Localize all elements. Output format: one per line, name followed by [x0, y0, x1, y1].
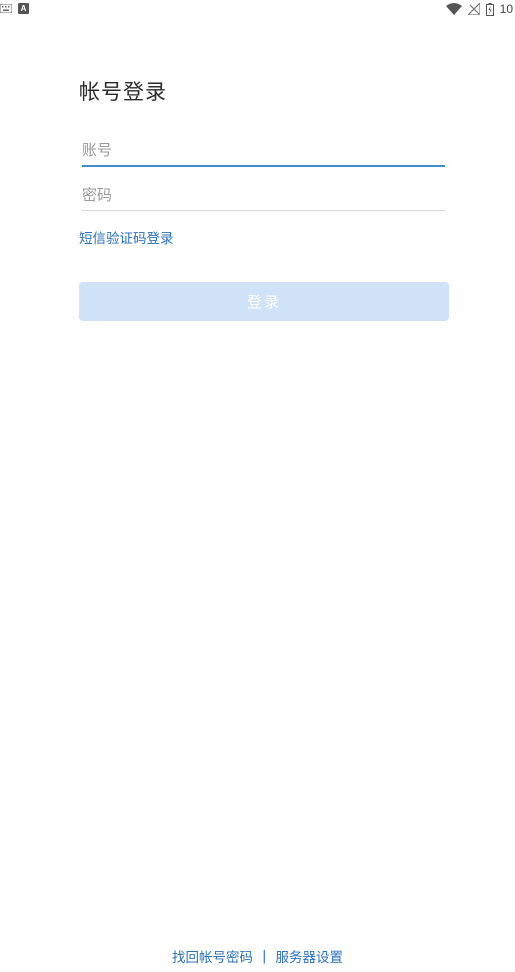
account-input[interactable]	[82, 135, 445, 167]
footer-separator: |	[261, 948, 267, 964]
login-button[interactable]: 登录	[79, 282, 449, 321]
no-signal-icon	[467, 3, 480, 15]
recover-account-link[interactable]: 找回帐号密码	[172, 946, 253, 966]
wifi-icon	[445, 3, 462, 15]
footer-links: 找回帐号密码 | 服务器设置	[0, 946, 515, 966]
status-time: 10	[499, 2, 513, 16]
status-right-icons: 10	[445, 2, 513, 16]
status-bar: A 10	[0, 0, 515, 20]
sms-login-link[interactable]: 短信验证码登录	[79, 227, 174, 247]
status-left-icons: A	[0, 3, 29, 14]
keyboard-icon	[0, 4, 12, 13]
a-letter-icon: A	[18, 3, 29, 14]
password-input[interactable]	[82, 180, 445, 211]
battery-icon	[485, 2, 494, 16]
server-settings-link[interactable]: 服务器设置	[276, 946, 344, 966]
page-title: 帐号登录	[79, 80, 167, 104]
